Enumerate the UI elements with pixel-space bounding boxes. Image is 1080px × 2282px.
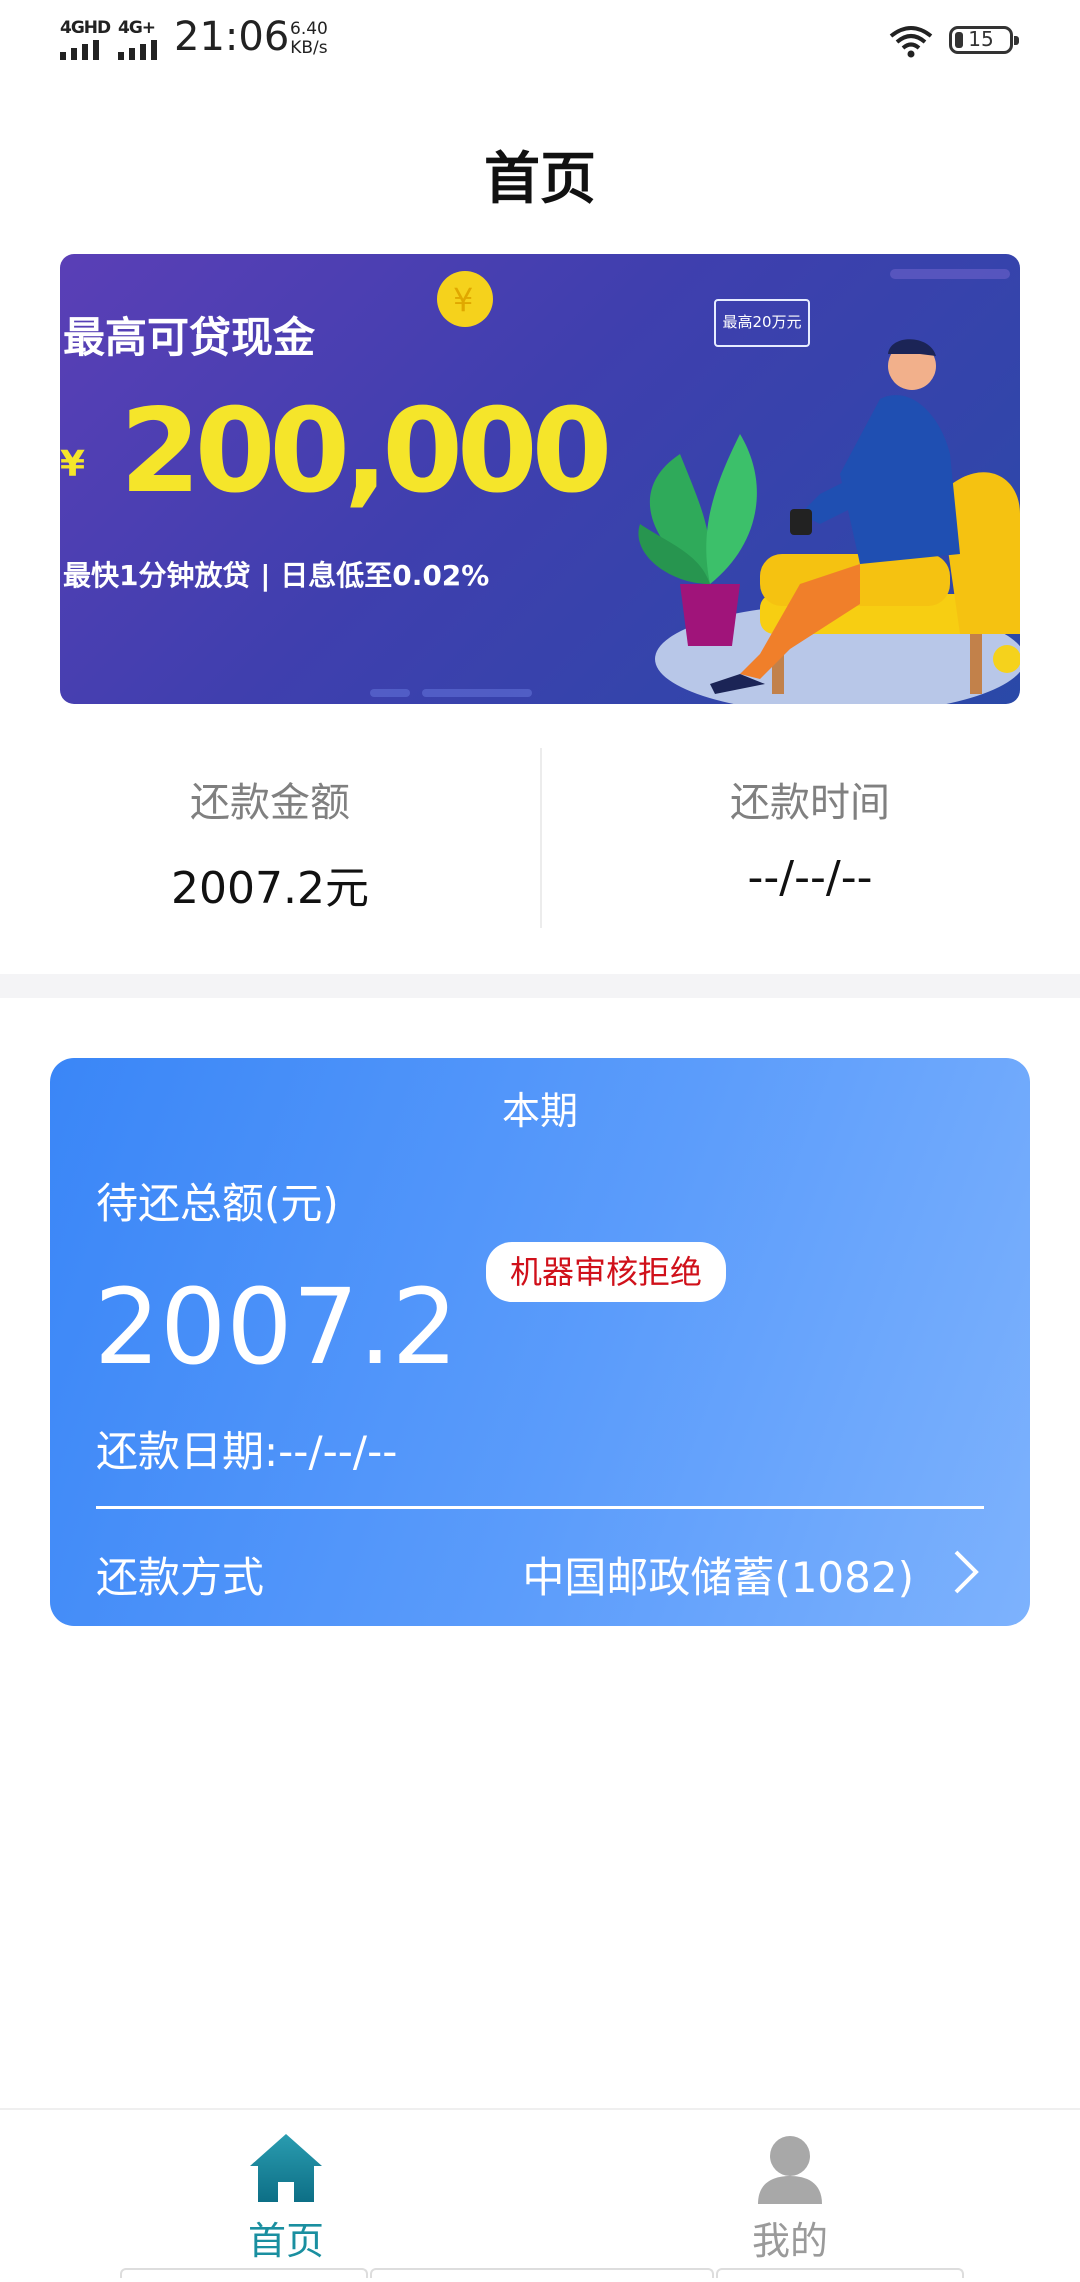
due-total-label: 待还总额(元): [96, 1179, 339, 1228]
gesture-bar-segment: [716, 2268, 964, 2278]
card-divider: [96, 1506, 984, 1509]
home-icon: [250, 2134, 322, 2202]
signal-label-2: 4G+: [118, 18, 156, 38]
network-speed-unit: KB/s: [290, 38, 328, 58]
repayment-time-block: 还款时间 --/--/--: [540, 748, 1080, 903]
repayment-date: 还款日期:--/--/--: [96, 1427, 398, 1476]
network-speed: 6.40 KB/s: [290, 20, 328, 58]
tab-home[interactable]: 首页: [16, 2110, 556, 2282]
repayment-method-value: 中国邮政储蓄(1082): [522, 1553, 914, 1602]
repayment-time-label: 还款时间: [730, 780, 890, 826]
battery-icon: 15: [949, 26, 1019, 54]
tab-mine-label: 我的: [751, 2219, 828, 2263]
battery-level: 15: [968, 27, 994, 51]
banner-currency: ¥: [60, 444, 86, 485]
clock: 21:06: [174, 14, 290, 60]
gesture-bar-segment: [370, 2268, 714, 2278]
chevron-right-icon[interactable]: [952, 1548, 980, 1596]
page-title: 首页: [484, 147, 596, 212]
banner-bubble: 最高20万元: [714, 299, 810, 347]
gesture-bar-segment: [120, 2268, 368, 2278]
repayment-amount-value: 2007.2元: [171, 863, 369, 914]
repayment-summary: 还款金额 2007.2元 还款时间 --/--/--: [0, 748, 1080, 928]
section-separator: [0, 974, 1080, 998]
period-label: 本期: [501, 1089, 578, 1133]
tab-mine[interactable]: 我的: [520, 2110, 1060, 2282]
signal-icon-2: 4G+: [118, 18, 166, 60]
due-total-amount: 2007.2: [94, 1266, 458, 1388]
user-icon: [758, 2136, 822, 2204]
banner-subtitle: 最快1分钟放贷 | 日息低至0.02%: [63, 559, 490, 592]
bottom-tab-bar: 首页 我的: [0, 2108, 1080, 2282]
banner-amount: 200,000: [120, 384, 612, 519]
wifi-icon: [889, 26, 933, 58]
tab-home-label: 首页: [247, 2219, 324, 2263]
repayment-time-value: --/--/--: [747, 852, 873, 903]
status-bar: 4GHD 4G+ 21:06 6.40 KB/s 15: [0, 0, 1080, 80]
signal-label-1: 4GHD: [60, 18, 111, 38]
promo-banner[interactable]: ¥ 最高可贷现金 ¥ 200,000 最快1分钟放贷 | 日息低至0.02% 最…: [60, 254, 1020, 704]
banner-title: 最高可贷现金: [63, 313, 316, 362]
svg-text:¥: ¥: [453, 281, 473, 319]
repayment-method-label: 还款方式: [96, 1553, 265, 1602]
signal-icon-1: 4GHD: [60, 18, 111, 60]
status-badge: 机器审核拒绝: [486, 1242, 727, 1302]
network-speed-value: 6.40: [290, 19, 328, 39]
repayment-amount-label: 还款金额: [190, 780, 350, 826]
current-period-card: 本期 待还总额(元) 2007.2 机器审核拒绝 还款日期:--/--/-- 还…: [50, 1058, 1030, 1626]
repayment-amount-block: 还款金额 2007.2元: [0, 748, 540, 916]
